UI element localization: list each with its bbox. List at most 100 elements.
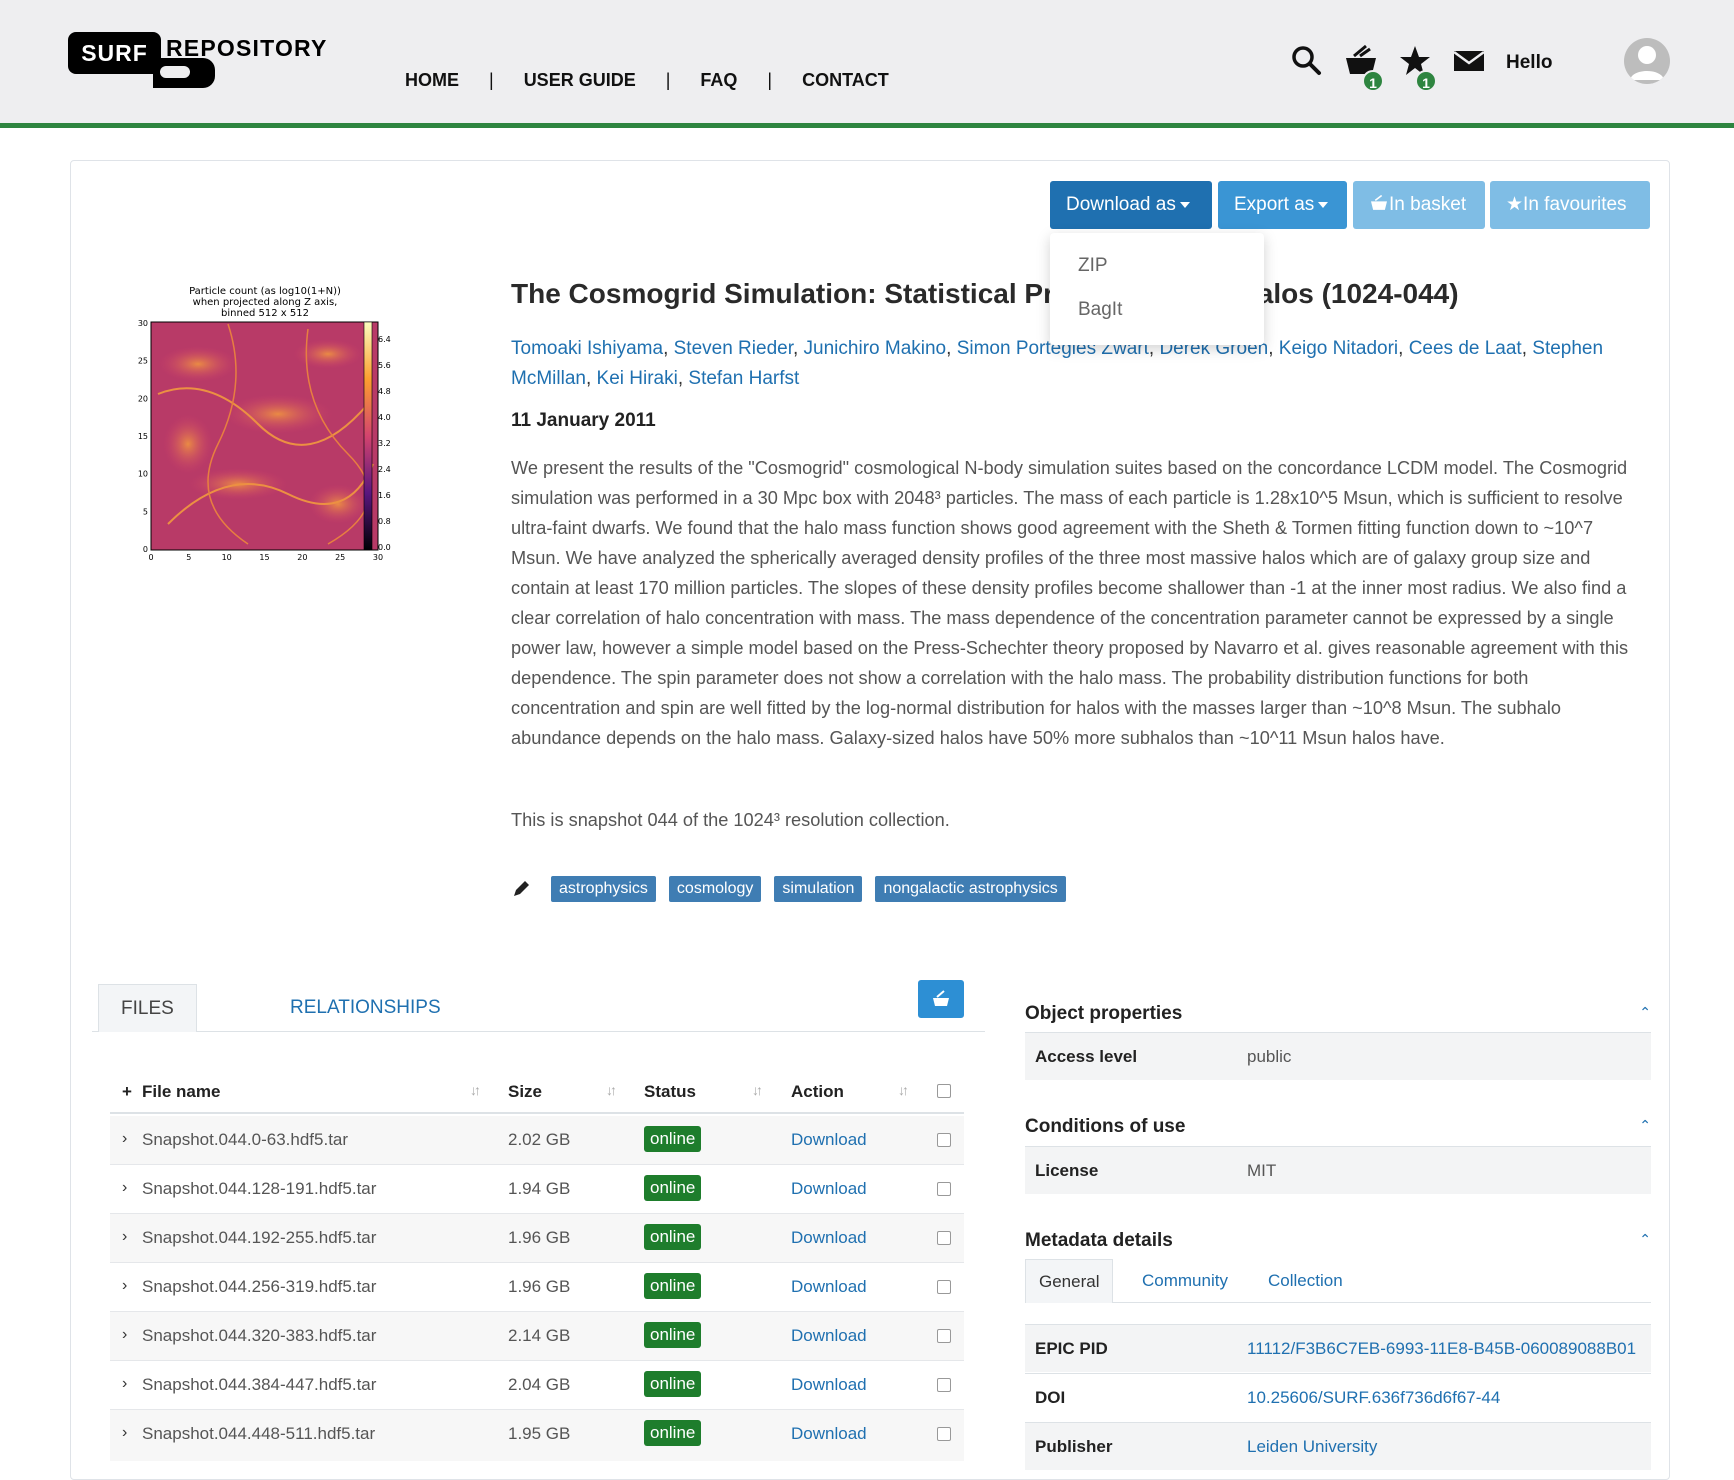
tag-item[interactable]: cosmology (668, 876, 762, 902)
author-link[interactable]: Steven Rieder (674, 338, 793, 359)
surf-repository-logo[interactable]: SURF REPOSITORY (68, 30, 338, 94)
publisher-label: Publisher (1035, 1437, 1113, 1456)
search-icon[interactable] (1290, 44, 1324, 78)
in-favourites-button[interactable]: ★In favourites (1490, 181, 1650, 229)
download-link[interactable]: Download (791, 1179, 867, 1199)
chevron-right-icon[interactable]: › (122, 1424, 127, 1442)
file-name: Snapshot.044.128-191.hdf5.tar (142, 1179, 377, 1198)
mail-icon[interactable] (1452, 44, 1486, 78)
author-link[interactable]: Junichiro Makino (804, 338, 947, 359)
colorbar-tick-label: 4.0 (378, 413, 391, 422)
epic-pid-link[interactable]: 11112/F3B6C7EB-6993-11E8-B45B-060089088B… (1247, 1339, 1636, 1359)
author-link[interactable]: Stefan Harfst (688, 368, 799, 389)
chevron-up-icon[interactable]: ⌃ (1639, 1117, 1651, 1134)
chevron-right-icon[interactable]: › (122, 1375, 127, 1393)
nav-contact[interactable]: CONTACT (802, 70, 889, 91)
sort-icon[interactable]: ↓↑ (470, 1082, 481, 1098)
file-name: Snapshot.044.448-511.hdf5.tar (142, 1424, 376, 1443)
expand-all-icon[interactable]: + (122, 1082, 132, 1102)
publisher-link[interactable]: Leiden University (1247, 1437, 1377, 1457)
sort-icon[interactable]: ↓↑ (898, 1082, 909, 1098)
row-checkbox[interactable] (937, 1329, 951, 1343)
download-option-zip[interactable]: ZIP (1078, 255, 1108, 277)
tab-community[interactable]: Community (1129, 1259, 1241, 1303)
chevron-right-icon[interactable]: › (122, 1326, 127, 1344)
x-tick-label: 15 (259, 553, 269, 562)
tag-item[interactable]: nongalactic astrophysics (875, 876, 1066, 902)
logo-surf-text: SURF (68, 32, 161, 74)
x-tick-label: 25 (335, 553, 345, 562)
download-link[interactable]: Download (791, 1326, 867, 1346)
download-link[interactable]: Download (791, 1424, 867, 1444)
tab-general[interactable]: General (1025, 1259, 1114, 1303)
colorbar-tick-label: 0.0 (378, 543, 391, 552)
y-tick-label: 10 (138, 470, 148, 479)
sort-icon[interactable]: ↓↑ (752, 1082, 763, 1098)
record-thumbnail: Particle count (as log10(1+N)) when proj… (128, 284, 428, 564)
user-avatar[interactable] (1624, 38, 1670, 84)
column-action[interactable]: Action (791, 1082, 844, 1102)
file-name: Snapshot.044.256-319.hdf5.tar (142, 1277, 377, 1296)
download-link[interactable]: Download (791, 1277, 867, 1297)
chevron-up-icon[interactable]: ⌃ (1639, 1231, 1651, 1248)
file-size: 2.14 GB (508, 1326, 571, 1345)
chevron-right-icon[interactable]: › (122, 1277, 127, 1295)
chevron-right-icon[interactable]: › (122, 1228, 127, 1246)
license-label: License (1035, 1161, 1099, 1180)
nav-faq[interactable]: FAQ (700, 70, 737, 91)
epic-pid-label: EPIC PID (1035, 1339, 1108, 1358)
pencil-icon[interactable] (511, 879, 531, 899)
table-row: › Snapshot.044.320-383.hdf5.tar 2.14 GB … (110, 1312, 964, 1361)
download-as-button[interactable]: Download as (1050, 181, 1212, 229)
file-size: 1.95 GB (508, 1424, 571, 1443)
download-link[interactable]: Download (791, 1375, 867, 1395)
tag-item[interactable]: astrophysics (551, 876, 656, 902)
download-option-bagit[interactable]: BagIt (1078, 299, 1122, 321)
column-file-name[interactable]: File name (142, 1082, 220, 1102)
author-link[interactable]: Cees de Laat (1409, 338, 1522, 359)
in-basket-button[interactable]: In basket (1353, 181, 1485, 229)
chevron-right-icon[interactable]: › (122, 1130, 127, 1148)
doi-link[interactable]: 10.25606/SURF.636f736d6f67-44 (1247, 1388, 1500, 1408)
license-row: License MIT (1025, 1146, 1651, 1194)
row-checkbox[interactable] (937, 1182, 951, 1196)
tab-relationships[interactable]: RELATIONSHIPS (268, 984, 463, 1032)
site-header: SURF REPOSITORY HOME | USER GUIDE | FAQ … (0, 0, 1734, 128)
tag-list: astrophysics cosmology simulation nongal… (511, 876, 1079, 902)
download-link[interactable]: Download (791, 1228, 867, 1248)
row-checkbox[interactable] (937, 1427, 951, 1441)
nav-user-guide[interactable]: USER GUIDE (524, 70, 636, 91)
logo-tail-cutout (160, 66, 190, 78)
favourites-count-badge: 1 (1415, 70, 1437, 92)
status-badge: online (644, 1126, 702, 1152)
row-checkbox[interactable] (937, 1231, 951, 1245)
status-badge: online (644, 1273, 702, 1299)
chevron-up-icon[interactable]: ⌃ (1639, 1004, 1651, 1021)
select-all-checkbox[interactable] (937, 1084, 951, 1098)
tab-files[interactable]: FILES (98, 984, 197, 1032)
column-size[interactable]: Size (508, 1082, 542, 1102)
author-link[interactable]: Tomoaki Ishiyama (511, 338, 663, 359)
basket-count-badge: 1 (1362, 70, 1384, 92)
export-as-button[interactable]: Export as (1218, 181, 1347, 229)
tag-item[interactable]: simulation (774, 876, 863, 902)
download-link[interactable]: Download (791, 1130, 867, 1150)
status-badge: online (644, 1371, 702, 1397)
author-separator: , (663, 338, 674, 359)
author-separator: , (1398, 338, 1409, 359)
epic-pid-row: EPIC PID 11112/F3B6C7EB-6993-11E8-B45B-0… (1025, 1324, 1651, 1372)
tab-collection[interactable]: Collection (1255, 1259, 1356, 1303)
add-to-basket-button[interactable] (918, 980, 964, 1018)
row-checkbox[interactable] (937, 1133, 951, 1147)
column-status[interactable]: Status (644, 1082, 696, 1102)
sort-icon[interactable]: ↓↑ (606, 1082, 617, 1098)
author-link[interactable]: Keigo Nitadori (1279, 338, 1398, 359)
author-link[interactable]: Kei Hiraki (597, 368, 678, 389)
download-as-label: Download as (1066, 194, 1176, 215)
row-checkbox[interactable] (937, 1378, 951, 1392)
nav-home[interactable]: HOME (405, 70, 459, 91)
thumbnail-title-line: when projected along Z axis, (193, 297, 338, 308)
x-tick-label: 5 (186, 553, 191, 562)
row-checkbox[interactable] (937, 1280, 951, 1294)
chevron-right-icon[interactable]: › (122, 1179, 127, 1197)
